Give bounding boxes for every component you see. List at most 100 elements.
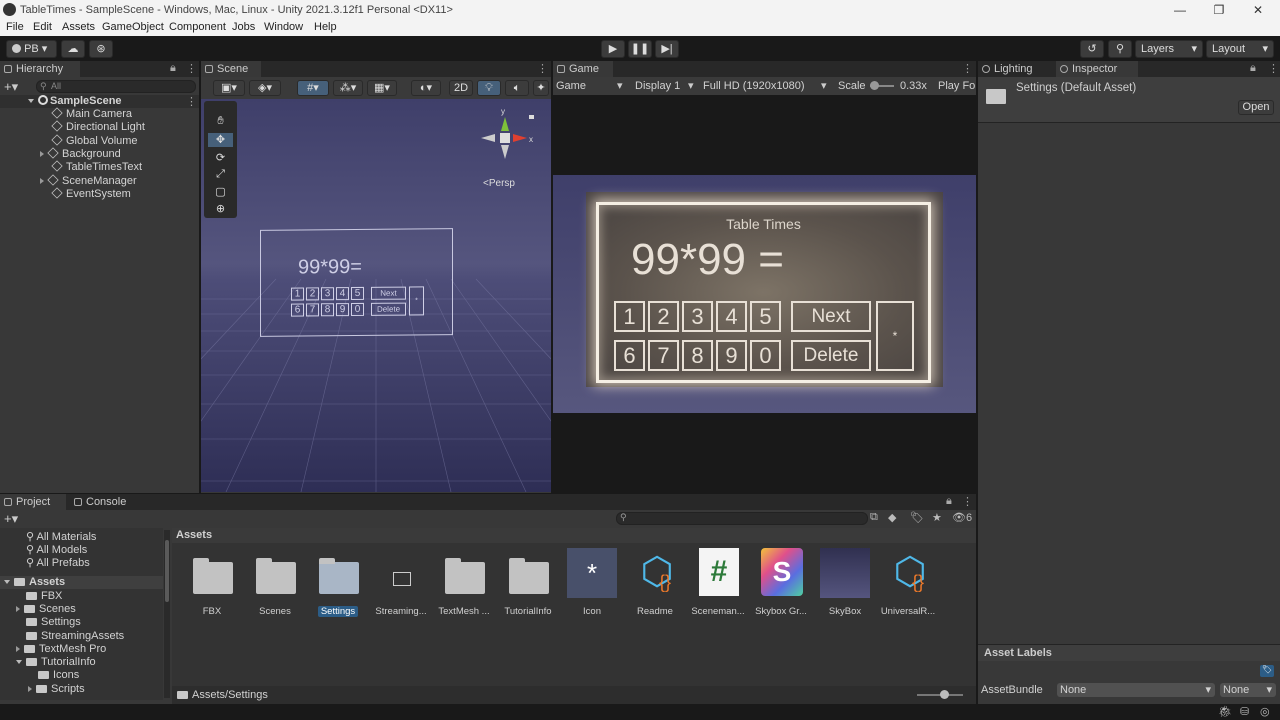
key-2[interactable]: 2 [648, 301, 679, 332]
play-focused-dropdown[interactable]: Play Fo [938, 80, 975, 92]
search-button[interactable]: ⚲ [1108, 40, 1132, 58]
tree-item-scenes[interactable]: Scenes [16, 603, 76, 615]
tab-inspector[interactable]: Inspector [1056, 61, 1138, 77]
scene-canvas-outline[interactable]: 99*99= 1 2 3 4 5 6 7 8 9 0 Next Delete * [260, 228, 453, 337]
tree-item-textmesh-pro[interactable]: TextMesh Pro [16, 643, 106, 655]
label-tag-icon[interactable]: 🏷︎ [1260, 665, 1274, 677]
scene-viewport[interactable]: ✋︎ ✥ ⟳ ⤢ ▢ ⊕ y x <Persp 99*99= 1 2 3 4 5… [201, 99, 551, 492]
add-icon[interactable]: +▾ [4, 511, 18, 527]
menu-edit[interactable]: Edit [33, 21, 52, 33]
menu-jobs[interactable]: Jobs [232, 21, 255, 33]
lock-icon[interactable]: 🔒︎ [946, 495, 952, 508]
expand-arrow-icon[interactable] [28, 99, 34, 103]
tree-item-global-volume[interactable]: Global Volume [0, 134, 138, 148]
menu-window[interactable]: Window [264, 21, 303, 33]
tab-project[interactable]: Project [0, 494, 66, 510]
gizmo-center-icon[interactable] [500, 133, 510, 143]
expand-arrow-icon[interactable] [16, 660, 22, 664]
key-5[interactable]: 5 [750, 301, 781, 332]
gizmo-neg-y-icon[interactable] [501, 145, 509, 159]
menu-component[interactable]: Component [169, 21, 226, 33]
kebab-menu-icon[interactable]: ⋮ [962, 495, 973, 508]
search-by-type-icon[interactable]: ⧉ [870, 511, 878, 524]
scale-slider-handle[interactable] [870, 81, 879, 90]
game-viewport[interactable]: Table Times 99*99 = 1 2 3 4 5 6 7 8 9 0 … [553, 175, 976, 413]
favorite-all-prefabs[interactable]: ⚲ All Prefabs [26, 556, 90, 569]
layers-dropdown[interactable]: Layers ▾ [1135, 40, 1203, 58]
hidden-packages-icon[interactable]: 👁︎6 [952, 511, 972, 524]
hand-tool-button[interactable]: ✋︎ [208, 115, 233, 129]
key-4[interactable]: 4 [716, 301, 747, 332]
star-button[interactable]: * [876, 301, 914, 371]
move-tool-button[interactable]: ✥ [208, 133, 233, 147]
assetbundle-dropdown[interactable]: None ▾ [1057, 683, 1215, 697]
favorite-all-materials[interactable]: ⚲ All Materials [26, 530, 96, 543]
mode-2d-toggle[interactable]: 2D [449, 80, 473, 96]
lock-icon[interactable]: 🔒︎ [170, 62, 176, 75]
key-9[interactable]: 9 [716, 340, 747, 371]
tab-scene[interactable]: Scene [201, 61, 261, 77]
menu-file[interactable]: File [6, 21, 24, 33]
gizmo-x-axis-icon[interactable] [513, 134, 527, 142]
gizmo-dropdown[interactable]: ◈▾ [249, 80, 281, 96]
tab-lighting[interactable]: Lighting [978, 61, 1056, 77]
tab-hierarchy[interactable]: Hierarchy [0, 61, 80, 77]
filter-label-icon[interactable]: 🏷︎ [910, 511, 924, 524]
tree-scrollbar[interactable] [164, 530, 170, 698]
tree-item-tabletimestext[interactable]: TableTimesText [0, 160, 142, 174]
variant-dropdown[interactable]: None ▾ [1220, 683, 1276, 697]
tree-item-settings[interactable]: Settings [26, 616, 81, 628]
auto-generate-lighting-icon[interactable]: ◎ [1260, 705, 1270, 718]
kebab-menu-icon[interactable]: ⋮ [1268, 62, 1279, 75]
resolution-dropdown[interactable]: Full HD (1920x1080) [703, 80, 805, 92]
gizmo-neg-x-icon[interactable] [481, 134, 495, 142]
kebab-menu-icon[interactable]: ⋮ [186, 95, 197, 108]
key-6[interactable]: 6 [614, 340, 645, 371]
breadcrumb-assets[interactable]: Assets [176, 529, 212, 541]
orientation-gizmo[interactable]: y x [479, 107, 539, 169]
tree-item-main-camera[interactable]: Main Camera [0, 107, 132, 121]
key-1[interactable]: 1 [614, 301, 645, 332]
tree-item-scenemanager[interactable]: SceneManager [0, 174, 137, 188]
tree-item-scripts[interactable]: Scripts [28, 683, 85, 695]
tree-item-background[interactable]: Background [0, 147, 121, 161]
draw-mode-dropdown[interactable]: ▣▾ [213, 80, 245, 96]
expand-arrow-icon[interactable] [4, 580, 10, 584]
tree-item-eventsystem[interactable]: EventSystem [0, 187, 131, 201]
account-dropdown[interactable]: PB ▾ [6, 40, 57, 58]
tree-scrollbar-thumb[interactable] [165, 540, 169, 602]
render-mode-dropdown[interactable]: ◐▾ [411, 80, 441, 96]
close-button[interactable]: ✕ [1238, 1, 1278, 19]
lighting-toggle[interactable]: 💡︎ [477, 80, 501, 96]
key-0[interactable]: 0 [750, 340, 781, 371]
lock-icon[interactable]: 🔒︎ [1250, 62, 1256, 75]
rotate-tool-button[interactable]: ⟳ [208, 151, 233, 165]
kebab-menu-icon[interactable]: ⋮ [537, 62, 548, 75]
grid-snap-dropdown[interactable]: #▾ [297, 80, 329, 96]
rect-tool-button[interactable]: ▢ [208, 185, 233, 199]
tree-item-scene[interactable]: SampleScene ⋮ [0, 95, 199, 108]
project-search-input[interactable]: ⚲ [616, 512, 868, 525]
menu-gameobject[interactable]: GameObject [102, 21, 164, 33]
tab-game[interactable]: Game [553, 61, 613, 77]
expand-arrow-icon[interactable] [16, 606, 20, 612]
cache-server-icon[interactable]: ⛁ [1240, 705, 1249, 718]
scale-tool-button[interactable]: ⤢ [208, 168, 233, 182]
add-icon[interactable]: +▾ [4, 79, 18, 95]
expand-arrow-icon[interactable] [16, 646, 20, 652]
expand-arrow-icon[interactable] [40, 178, 44, 184]
minimize-button[interactable]: — [1160, 1, 1200, 19]
gizmo-z-icon[interactable] [529, 115, 534, 119]
icon-size-slider-handle[interactable] [940, 690, 949, 699]
transform-tool-button[interactable]: ⊕ [208, 202, 233, 216]
tree-item-tutorialinfo[interactable]: TutorialInfo [16, 656, 96, 668]
effects-toggle[interactable]: ✦ [533, 80, 549, 96]
debug-icon[interactable]: 🐞︎ [1218, 705, 1232, 718]
kebab-menu-icon[interactable]: ⋮ [186, 62, 197, 75]
expand-arrow-icon[interactable] [28, 686, 32, 692]
menu-assets[interactable]: Assets [62, 21, 95, 33]
key-8[interactable]: 8 [682, 340, 713, 371]
next-button[interactable]: Next [791, 301, 871, 332]
delete-button[interactable]: Delete [791, 340, 871, 371]
expand-arrow-icon[interactable] [40, 151, 44, 157]
